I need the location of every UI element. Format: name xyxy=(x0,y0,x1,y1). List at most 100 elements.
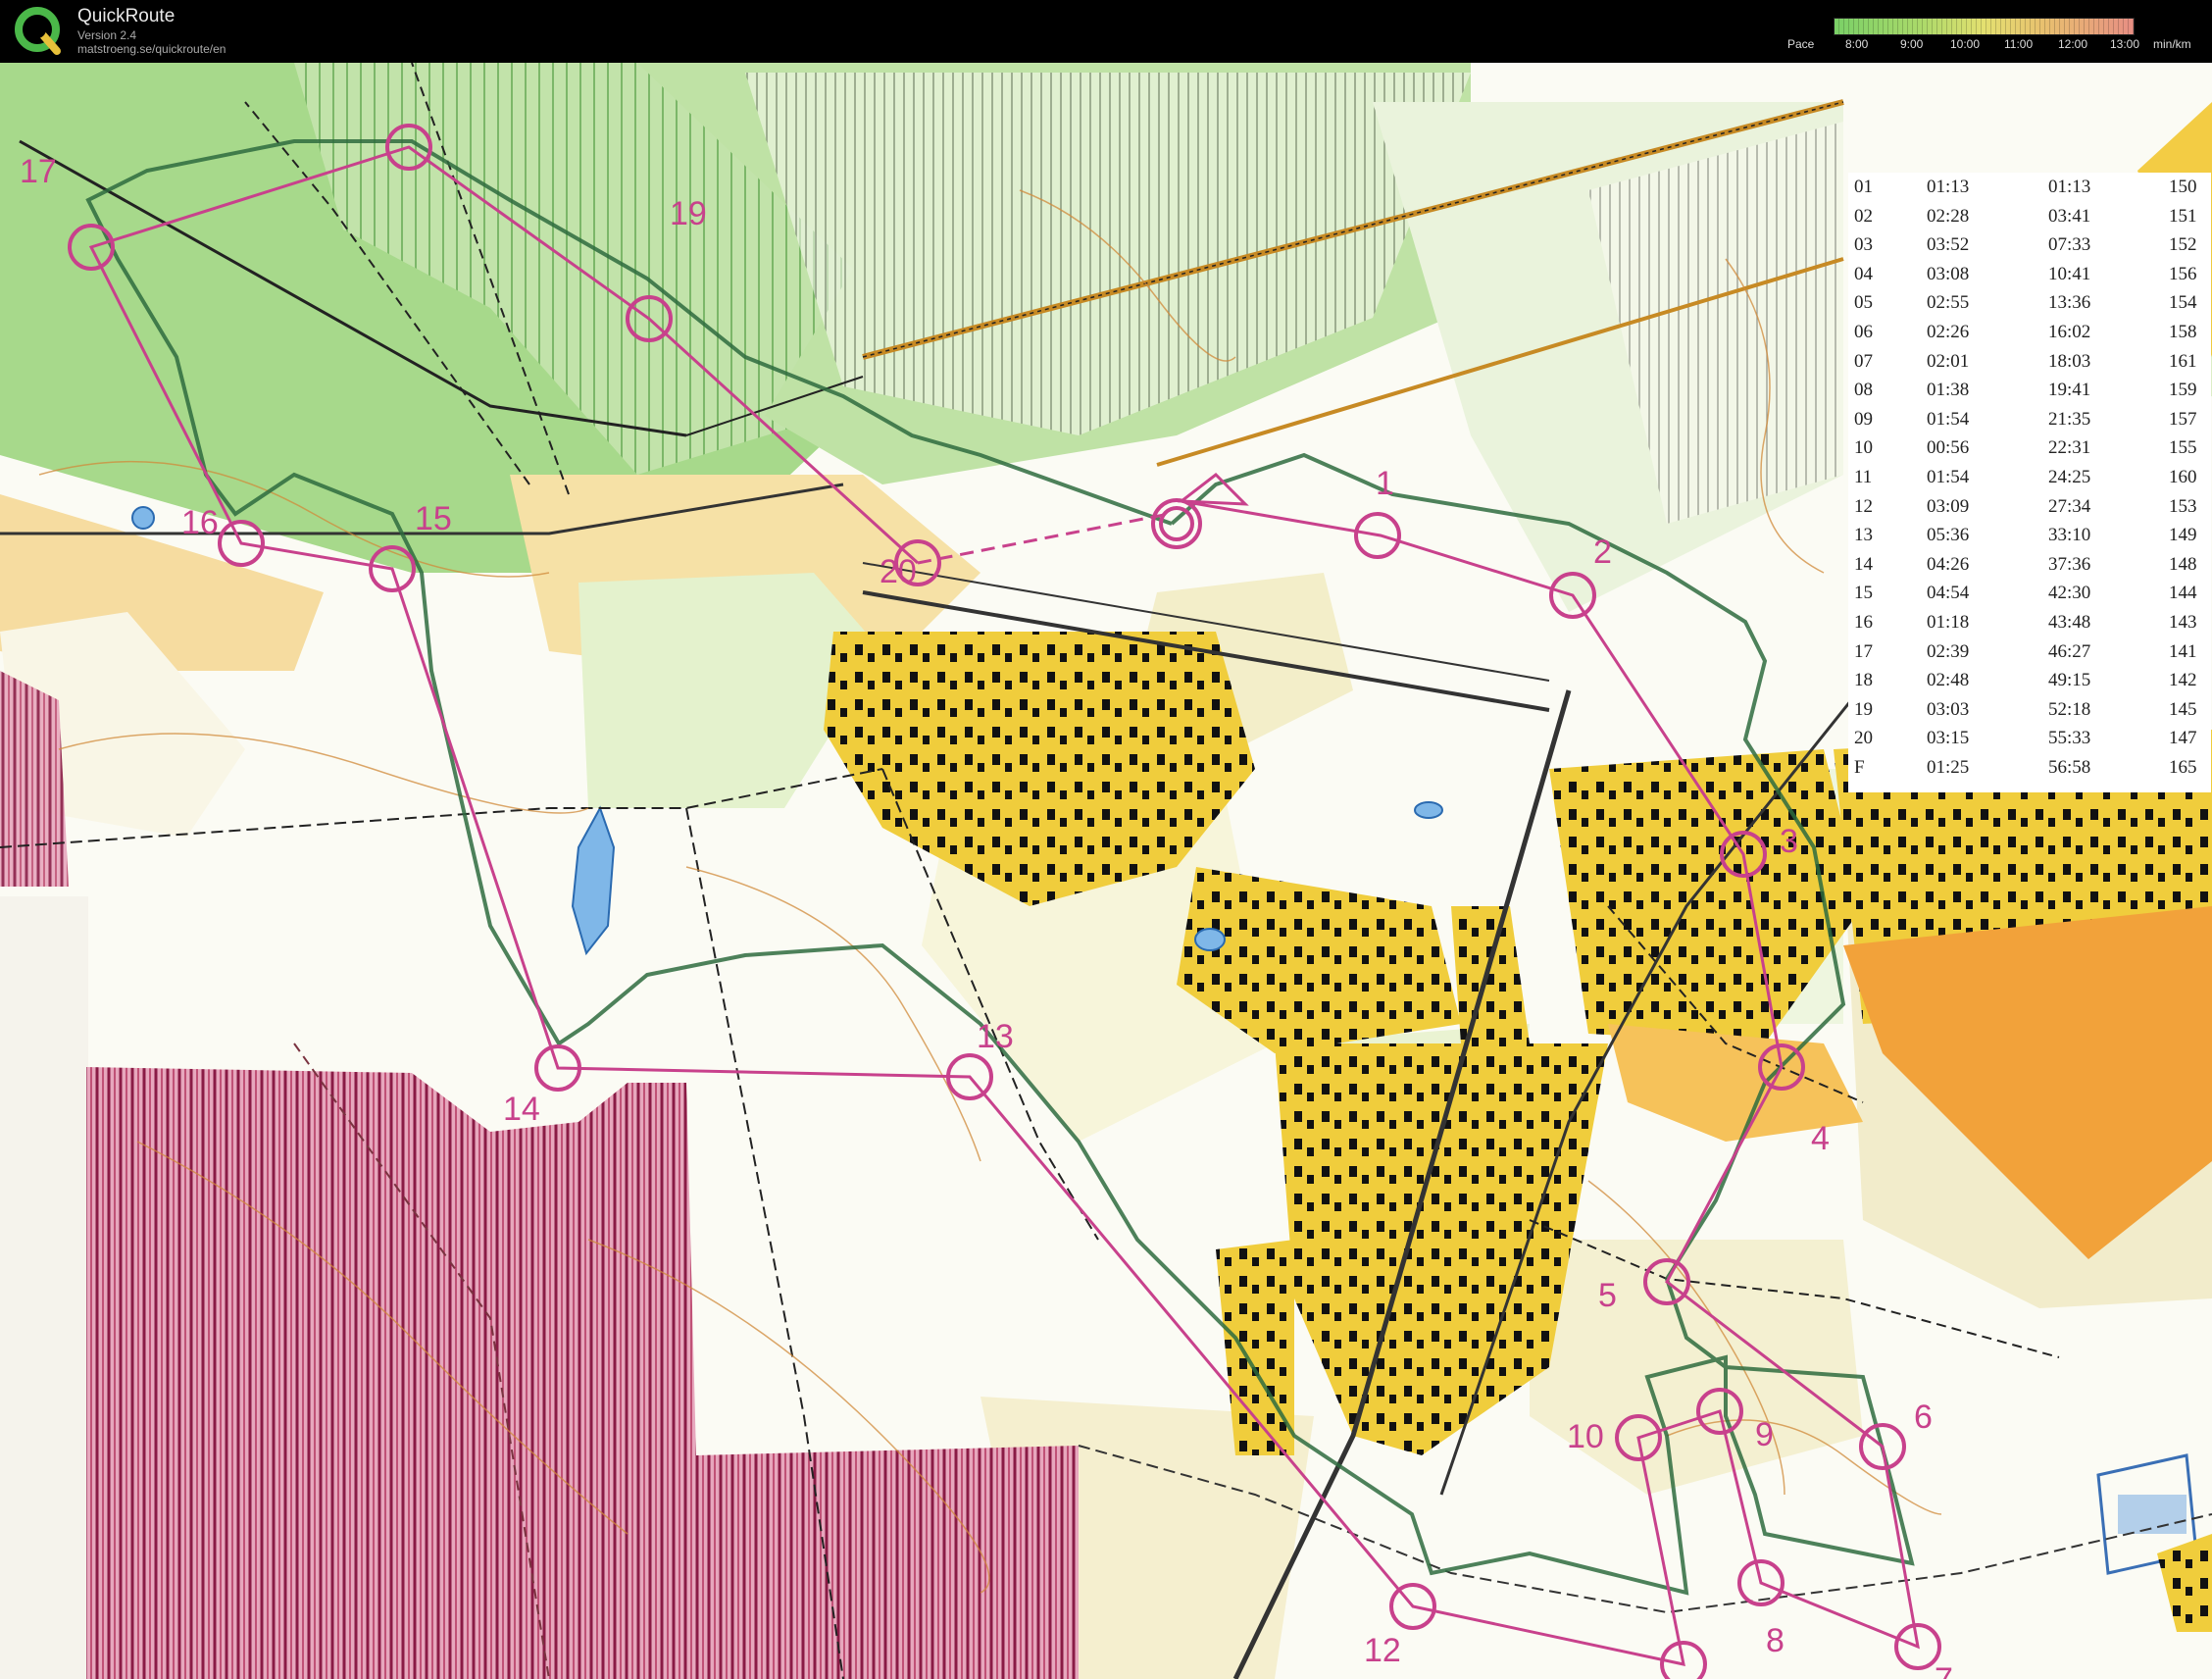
split-leg-time: 01:25 xyxy=(1927,757,1970,778)
split-total-time: 37:36 xyxy=(2048,553,2091,575)
split-heart-rate: 149 xyxy=(2169,525,2197,546)
split-control-id: 15 xyxy=(1854,583,1873,604)
split-leg-time: 04:26 xyxy=(1927,553,1970,575)
split-heart-rate: 147 xyxy=(2169,728,2197,749)
control-number-1: 1 xyxy=(1376,465,1394,502)
split-heart-rate: 144 xyxy=(2169,583,2197,604)
control-number-8: 8 xyxy=(1766,1622,1785,1659)
split-leg-time: 02:55 xyxy=(1927,292,1970,314)
split-heart-rate: 152 xyxy=(2169,234,2197,256)
split-row: 08 01:38 19:41 159 xyxy=(1848,380,2211,401)
control-number-10: 10 xyxy=(1567,1418,1604,1455)
split-leg-time: 02:39 xyxy=(1927,640,1970,662)
split-control-id: 02 xyxy=(1854,205,1873,227)
pace-label: Pace xyxy=(1787,37,1815,51)
finish-circle-inner xyxy=(1159,506,1194,541)
split-total-time: 55:33 xyxy=(2048,728,2091,749)
split-control-id: 16 xyxy=(1854,612,1873,633)
split-row: 15 04:54 42:30 144 xyxy=(1848,583,2211,604)
split-row: 10 00:56 22:31 155 xyxy=(1848,437,2211,459)
split-row: 04 03:08 10:41 156 xyxy=(1848,264,2211,285)
split-leg-time: 02:28 xyxy=(1927,205,1970,227)
split-heart-rate: 153 xyxy=(2169,495,2197,517)
app-version: Version 2.4 xyxy=(77,28,137,42)
split-leg-time: 01:13 xyxy=(1927,177,1970,197)
split-total-time: 19:41 xyxy=(2048,380,2091,401)
split-leg-time: 03:03 xyxy=(1927,698,1970,720)
split-total-time: 01:13 xyxy=(2048,177,2091,197)
split-heart-rate: 160 xyxy=(2169,467,2197,487)
split-control-id: 14 xyxy=(1854,553,1873,575)
split-leg-time: 03:52 xyxy=(1927,234,1970,256)
split-leg-time: 03:08 xyxy=(1927,263,1970,284)
split-control-id: 08 xyxy=(1854,380,1873,401)
split-control-id: 10 xyxy=(1854,437,1873,459)
split-total-time: 10:41 xyxy=(2048,263,2091,284)
control-number-15: 15 xyxy=(415,500,452,537)
control-number-20: 20 xyxy=(880,553,917,590)
split-row: 01 01:13 01:13 150 xyxy=(1848,177,2211,198)
pace-unit: min/km xyxy=(2153,37,2191,51)
split-row: 09 01:54 21:35 157 xyxy=(1848,409,2211,431)
split-heart-rate: 155 xyxy=(2169,437,2197,459)
split-leg-time: 01:54 xyxy=(1927,408,1970,430)
split-row: 20 03:15 55:33 147 xyxy=(1848,728,2211,749)
pace-tick: 8:00 xyxy=(1845,37,1869,51)
split-heart-rate: 151 xyxy=(2169,205,2197,227)
split-leg-time: 03:09 xyxy=(1927,495,1970,517)
split-total-time: 18:03 xyxy=(2048,350,2091,372)
split-row: 06 02:26 16:02 158 xyxy=(1848,322,2211,343)
split-total-time: 22:31 xyxy=(2048,437,2091,459)
orienteering-map[interactable]: 1 2 3 4 5 6 7 8 9 10 11 12 13 14 15 16 1… xyxy=(0,63,2212,1679)
control-number-16: 16 xyxy=(181,504,219,541)
split-leg-time: 02:48 xyxy=(1927,670,1970,691)
split-row: 19 03:03 52:18 145 xyxy=(1848,699,2211,721)
quickroute-logo-icon xyxy=(15,7,61,55)
split-total-time: 16:02 xyxy=(2048,322,2091,342)
pace-tick: 12:00 xyxy=(2058,37,2088,51)
split-row: 02 02:28 03:41 151 xyxy=(1848,206,2211,228)
control-number-13: 13 xyxy=(977,1018,1014,1055)
split-leg-time: 02:26 xyxy=(1927,322,1970,342)
control-number-12: 12 xyxy=(1364,1632,1401,1669)
split-row: 07 02:01 18:03 161 xyxy=(1848,351,2211,373)
split-heart-rate: 157 xyxy=(2169,408,2197,430)
app-title: QuickRoute xyxy=(77,6,176,26)
split-total-time: 49:15 xyxy=(2048,670,2091,691)
split-heart-rate: 142 xyxy=(2169,670,2197,691)
split-row: 12 03:09 27:34 153 xyxy=(1848,496,2211,518)
split-row: 18 02:48 49:15 142 xyxy=(1848,670,2211,691)
split-heart-rate: 161 xyxy=(2169,350,2197,372)
control-number-5: 5 xyxy=(1598,1277,1617,1314)
split-control-id: 11 xyxy=(1854,467,1873,487)
split-heart-rate: 143 xyxy=(2169,612,2197,633)
app-url[interactable]: matstroeng.se/quickroute/en xyxy=(77,42,226,56)
split-control-id: F xyxy=(1854,757,1865,778)
split-leg-time: 00:56 xyxy=(1927,437,1970,459)
split-heart-rate: 150 xyxy=(2169,177,2197,197)
split-row: 13 05:36 33:10 149 xyxy=(1848,525,2211,546)
split-control-id: 09 xyxy=(1854,408,1873,430)
control-number-7: 7 xyxy=(1935,1661,1953,1679)
split-total-time: 27:34 xyxy=(2048,495,2091,517)
split-control-id: 07 xyxy=(1854,350,1873,372)
out-of-bounds-area xyxy=(86,1067,1079,1679)
split-control-id: 19 xyxy=(1854,698,1873,720)
split-leg-time: 01:54 xyxy=(1927,467,1970,487)
split-total-time: 43:48 xyxy=(2048,612,2091,633)
split-control-id: 05 xyxy=(1854,292,1873,314)
split-control-id: 12 xyxy=(1854,495,1873,517)
split-leg-time: 01:18 xyxy=(1927,612,1970,633)
control-number-19: 19 xyxy=(670,195,707,232)
split-leg-time: 01:38 xyxy=(1927,380,1970,401)
split-total-time: 42:30 xyxy=(2048,583,2091,604)
split-heart-rate: 156 xyxy=(2169,263,2197,284)
split-heart-rate: 165 xyxy=(2169,757,2197,778)
split-heart-rate: 141 xyxy=(2169,640,2197,662)
split-total-time: 07:33 xyxy=(2048,234,2091,256)
split-control-id: 13 xyxy=(1854,525,1873,546)
control-number-17: 17 xyxy=(20,153,57,190)
split-row: 11 01:54 24:25 160 xyxy=(1848,467,2211,488)
split-row: 17 02:39 46:27 141 xyxy=(1848,641,2211,663)
split-row: 14 04:26 37:36 148 xyxy=(1848,554,2211,576)
